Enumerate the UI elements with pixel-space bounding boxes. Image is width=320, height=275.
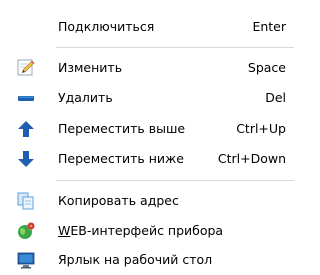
arrow-up-icon — [17, 120, 35, 138]
menu-item-shortcut: Enter — [252, 19, 286, 34]
menu-item-label: Копировать адрес — [58, 193, 179, 208]
menu-item-label-rest: EB-интерфейс прибора — [70, 223, 224, 238]
menu-item-label: Изменить — [58, 60, 123, 75]
menu-item-label: Ярлык на рабочий стол — [58, 252, 213, 267]
menu-item-shortcut: Space — [247, 60, 286, 75]
menu-item-label: Удалить — [58, 90, 113, 105]
pencil-icon — [17, 59, 35, 77]
desktop-shortcut-icon — [17, 251, 35, 269]
menu-item-shortcut: Ctrl+Down — [217, 151, 286, 166]
menu-item-move-down[interactable]: Переместить ниже Ctrl+Down — [0, 144, 302, 174]
menu-item-shortcut: Ctrl+Up — [236, 121, 286, 136]
menu-item-label: Подключиться — [58, 19, 155, 34]
menu-item-delete[interactable]: Удалить Del — [0, 83, 302, 113]
menu-item-label: Переместить ниже — [58, 151, 184, 166]
minus-bar-icon — [17, 89, 35, 107]
menu-item-label: WEB-интерфейс прибора — [58, 223, 223, 239]
menu-item-web-interface[interactable]: WEB-интерфейс прибора — [0, 216, 302, 246]
menu-item-move-up[interactable]: Переместить выше Ctrl+Up — [0, 114, 302, 144]
menu-separator — [56, 47, 294, 48]
menu-item-accelerator: W — [58, 223, 71, 238]
web-globe-icon — [17, 222, 35, 240]
menu-separator — [56, 180, 294, 181]
menu-item-connect[interactable]: Подключиться Enter — [0, 12, 302, 42]
context-menu: Подключиться Enter Изменить Space Удалит — [0, 0, 302, 273]
menu-item-shortcut: Del — [265, 90, 286, 105]
menu-item-label: Переместить выше — [58, 121, 186, 136]
arrow-down-icon — [17, 150, 35, 168]
menu-item-copy-address[interactable]: Копировать адрес — [0, 186, 302, 216]
copy-icon — [17, 192, 35, 210]
menu-item-desktop-shortcut[interactable]: Ярлык на рабочий стол — [0, 245, 302, 275]
menu-item-edit[interactable]: Изменить Space — [0, 53, 302, 83]
